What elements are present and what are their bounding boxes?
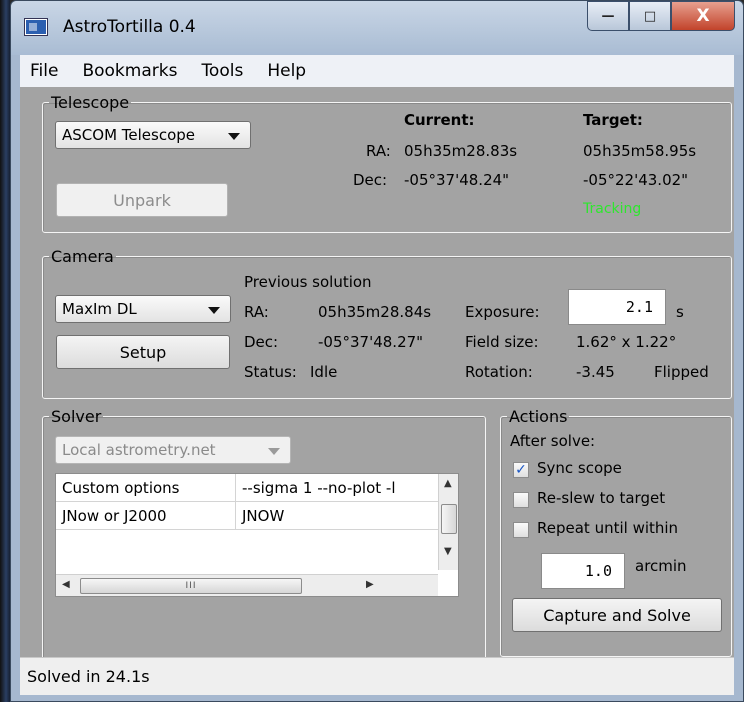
minimize-button[interactable]: — bbox=[587, 1, 629, 31]
solver-legend: Solver bbox=[51, 407, 102, 426]
scroll-left-icon[interactable]: ◀ bbox=[62, 579, 70, 590]
horizontal-scroll-thumb[interactable]: III bbox=[80, 578, 302, 594]
title-bar[interactable]: AstroTortilla 0.4 — □ X bbox=[11, 1, 743, 55]
vertical-scroll-thumb[interactable] bbox=[441, 504, 457, 534]
current-header: Current: bbox=[404, 111, 475, 129]
solver-options-grid[interactable]: Custom options --sigma 1 --no-plot -l JN… bbox=[55, 473, 459, 597]
camera-setup-button[interactable]: Setup bbox=[56, 335, 230, 369]
option-key: Custom options bbox=[56, 474, 236, 502]
status-bar: Solved in 24.1s bbox=[20, 657, 734, 695]
rotation: -3.45 bbox=[576, 363, 615, 381]
camera-dec-label: Dec: bbox=[244, 333, 279, 351]
reslew-checkbox[interactable] bbox=[513, 492, 529, 508]
horizontal-scrollbar[interactable]: ◀ III ▶ bbox=[56, 574, 438, 596]
maximize-button[interactable]: □ bbox=[629, 1, 671, 31]
option-key: JNow or J2000 bbox=[56, 502, 236, 530]
capture-and-solve-button[interactable]: Capture and Solve bbox=[512, 598, 722, 632]
telescope-dec-label: Dec: bbox=[353, 171, 388, 189]
menu-bar: File Bookmarks Tools Help bbox=[20, 55, 734, 87]
option-value[interactable]: --sigma 1 --no-plot -l bbox=[236, 474, 444, 502]
camera-legend: Camera bbox=[51, 247, 114, 266]
sync-scope-checkbox[interactable]: ✓ bbox=[513, 462, 529, 478]
telescope-legend: Telescope bbox=[51, 93, 130, 112]
field-size: 1.62° x 1.22° bbox=[576, 333, 677, 351]
solver-engine-value: Local astrometry.net bbox=[62, 441, 216, 459]
desktop-edge bbox=[0, 0, 10, 702]
camera-status-label: Status: bbox=[244, 363, 297, 381]
scroll-down-icon[interactable]: ▼ bbox=[444, 546, 452, 557]
solver-engine-select[interactable]: Local astrometry.net bbox=[55, 436, 291, 464]
camera-status: Idle bbox=[310, 363, 338, 381]
threshold-unit: arcmin bbox=[635, 557, 687, 575]
table-row[interactable]: JNow or J2000 JNOW bbox=[56, 502, 444, 530]
camera-ra-label: RA: bbox=[244, 303, 269, 321]
target-ra: 05h35m58.95s bbox=[583, 142, 697, 160]
close-button[interactable]: X bbox=[671, 1, 735, 31]
app-icon bbox=[25, 19, 47, 35]
repeat-label[interactable]: Repeat until within bbox=[537, 519, 678, 537]
camera-ra: 05h35m28.84s bbox=[318, 303, 432, 321]
repeat-checkbox[interactable] bbox=[513, 522, 529, 538]
menu-bookmarks[interactable]: Bookmarks bbox=[82, 61, 177, 81]
menu-help[interactable]: Help bbox=[267, 61, 306, 81]
setup-label: Setup bbox=[119, 342, 167, 362]
flipped-indicator: Flipped bbox=[654, 363, 709, 381]
field-size-label: Field size: bbox=[465, 333, 539, 351]
telescope-driver-value: ASCOM Telescope bbox=[62, 126, 196, 144]
window-controls: — □ X bbox=[587, 1, 735, 31]
table-row[interactable]: Custom options --sigma 1 --no-plot -l bbox=[56, 474, 444, 502]
rotation-label: Rotation: bbox=[465, 363, 533, 381]
chevron-down-icon bbox=[208, 307, 220, 314]
camera-driver-value: MaxIm DL bbox=[62, 300, 137, 318]
after-solve-label: After solve: bbox=[510, 432, 596, 450]
menu-tools[interactable]: Tools bbox=[201, 61, 243, 81]
current-dec: -05°37'48.24" bbox=[404, 171, 510, 189]
menu-file[interactable]: File bbox=[30, 61, 58, 81]
camera-driver-select[interactable]: MaxIm DL bbox=[55, 295, 231, 323]
maximize-icon: □ bbox=[643, 8, 657, 24]
telescope-ra-label: RA: bbox=[366, 142, 391, 160]
camera-dec: -05°37'48.27" bbox=[318, 333, 424, 351]
vertical-scrollbar[interactable]: ▲ ▼ bbox=[438, 474, 458, 570]
exposure-input[interactable]: 2.1 bbox=[568, 289, 666, 325]
app-window: AstroTortilla 0.4 — □ X File Bookmarks T… bbox=[10, 0, 744, 702]
scroll-right-icon[interactable]: ▶ bbox=[366, 579, 374, 590]
status-text: Solved in 24.1s bbox=[27, 667, 150, 686]
chevron-down-icon bbox=[268, 448, 280, 455]
option-value[interactable]: JNOW bbox=[236, 502, 444, 530]
chevron-down-icon bbox=[228, 133, 240, 140]
threshold-input[interactable]: 1.0 bbox=[541, 553, 625, 589]
window-title: AstroTortilla 0.4 bbox=[63, 17, 196, 37]
close-icon: X bbox=[696, 6, 710, 26]
target-dec: -05°22'43.02" bbox=[583, 171, 689, 189]
current-ra: 05h35m28.83s bbox=[404, 142, 518, 160]
exposure-label: Exposure: bbox=[465, 303, 540, 321]
minimize-icon: — bbox=[601, 8, 615, 24]
telescope-driver-select[interactable]: ASCOM Telescope bbox=[55, 121, 251, 149]
capture-label: Capture and Solve bbox=[543, 605, 691, 625]
exposure-unit: s bbox=[676, 303, 684, 321]
actions-legend: Actions bbox=[509, 407, 568, 426]
unpark-button[interactable]: Unpark bbox=[56, 183, 228, 217]
tracking-status: Tracking bbox=[583, 201, 642, 217]
previous-solution-label: Previous solution bbox=[244, 273, 372, 291]
sync-scope-label[interactable]: Sync scope bbox=[537, 459, 622, 477]
reslew-label[interactable]: Re-slew to target bbox=[537, 489, 665, 507]
scroll-up-icon[interactable]: ▲ bbox=[444, 478, 452, 489]
unpark-label: Unpark bbox=[113, 190, 171, 210]
target-header: Target: bbox=[583, 111, 643, 129]
